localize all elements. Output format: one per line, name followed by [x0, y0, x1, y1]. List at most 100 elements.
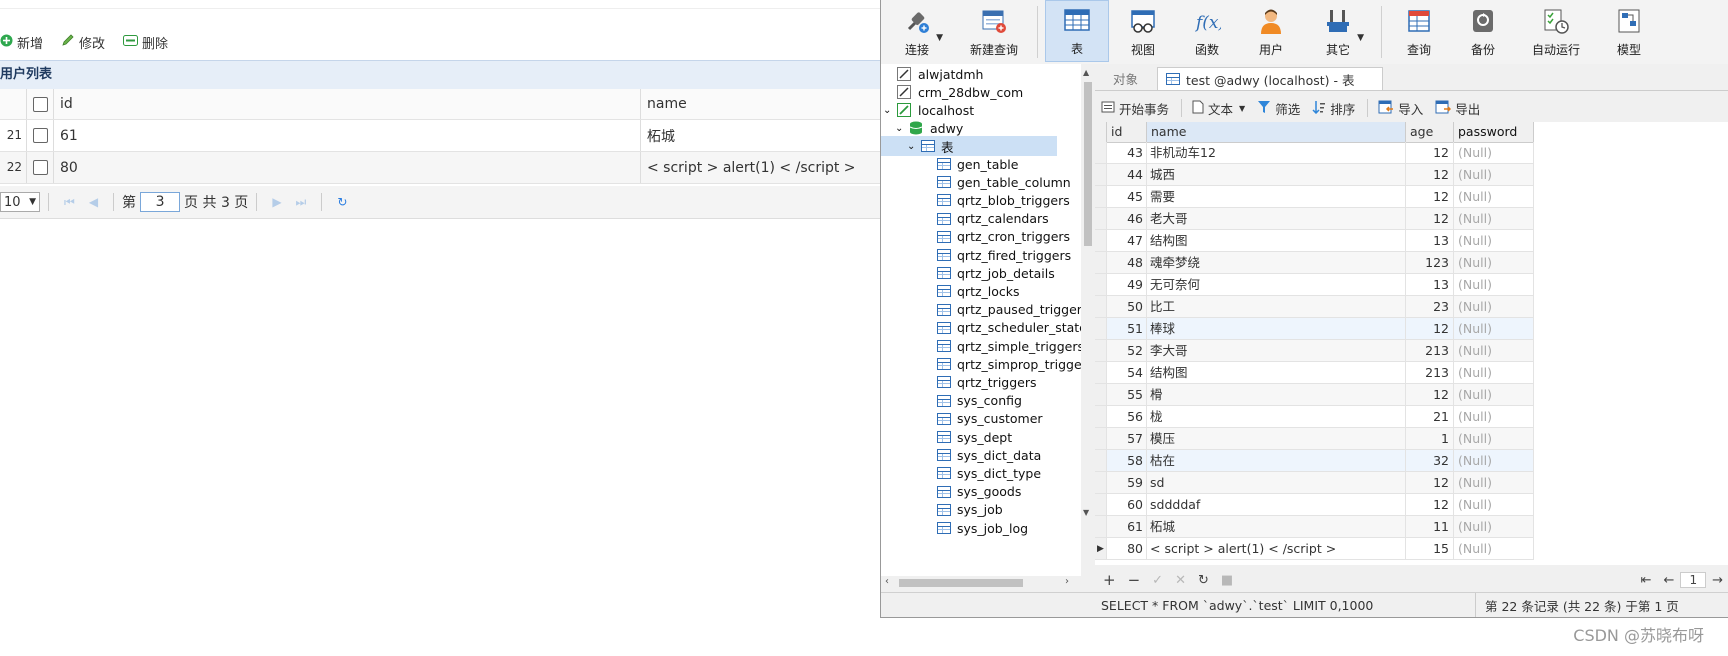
- tree-database-adwy[interactable]: ⌄ adwy: [895, 118, 963, 138]
- table-row[interactable]: 56 栊 21 (Null): [1095, 406, 1534, 428]
- import-button[interactable]: 导入: [1378, 99, 1423, 118]
- cell-id[interactable]: 57: [1107, 428, 1147, 450]
- tree-table-item[interactable]: sys_dept: [937, 427, 1012, 447]
- cell-password[interactable]: (Null): [1454, 274, 1534, 296]
- tree-table-item[interactable]: sys_job_log: [937, 518, 1028, 538]
- tree-table-item[interactable]: sys_customer: [937, 409, 1043, 429]
- first-page-icon[interactable]: ⇤: [1641, 573, 1652, 588]
- add-record-icon[interactable]: +: [1103, 571, 1116, 589]
- cell-id[interactable]: 60: [1107, 494, 1147, 516]
- ribbon-query-button[interactable]: 查询: [1389, 0, 1449, 62]
- row-checkbox[interactable]: [27, 120, 54, 151]
- cell-age[interactable]: 32: [1406, 450, 1454, 472]
- tree-table-item[interactable]: sys_dict_type: [937, 463, 1041, 483]
- table-row[interactable]: 49 无可奈何 13 (Null): [1095, 274, 1534, 296]
- cell-age[interactable]: 123: [1406, 252, 1454, 274]
- scroll-right-icon[interactable]: ›: [1065, 576, 1069, 587]
- cell-age[interactable]: 13: [1406, 274, 1454, 296]
- edit-button[interactable]: 修改: [61, 33, 105, 52]
- table-row[interactable]: 55 榾 12 (Null): [1095, 384, 1534, 406]
- tree-table-item[interactable]: sys_job: [937, 500, 1003, 520]
- cell-name[interactable]: 结构图: [1147, 230, 1406, 252]
- delete-record-icon[interactable]: −: [1128, 571, 1141, 589]
- cell-name[interactable]: 棒球: [1147, 318, 1406, 340]
- table-row[interactable]: 46 老大哥 12 (Null): [1095, 208, 1534, 230]
- cell-name[interactable]: 老大哥: [1147, 208, 1406, 230]
- cell-id[interactable]: 45: [1107, 186, 1147, 208]
- next-page-icon[interactable]: ▶: [272, 195, 281, 209]
- table-row[interactable]: 22 80 < script > alert(1) < /script >: [0, 152, 880, 184]
- ribbon-view-button[interactable]: 视图: [1113, 0, 1173, 62]
- ribbon-backup-button[interactable]: 备份: [1453, 0, 1513, 62]
- row-checkbox[interactable]: [27, 152, 54, 183]
- cell-password[interactable]: (Null): [1454, 472, 1534, 494]
- cell-id[interactable]: 54: [1107, 362, 1147, 384]
- scroll-up-icon[interactable]: ▲: [1083, 68, 1089, 77]
- cell-id[interactable]: 80: [1107, 538, 1147, 560]
- begin-transaction-button[interactable]: 开始事务: [1101, 99, 1169, 118]
- cell-age[interactable]: 21: [1406, 406, 1454, 428]
- tree-table-item[interactable]: qrtz_simple_triggers: [937, 336, 1081, 356]
- cell-password[interactable]: (Null): [1454, 186, 1534, 208]
- tab-test-table[interactable]: test @adwy (localhost) - 表: [1157, 67, 1383, 90]
- cell-name[interactable]: 非机动车12: [1147, 142, 1406, 164]
- stop-icon[interactable]: ■: [1221, 573, 1233, 588]
- cell-age[interactable]: 12: [1406, 318, 1454, 340]
- ribbon-connect-button[interactable]: ▼ 连接: [895, 0, 943, 62]
- scroll-left-icon[interactable]: ‹: [885, 576, 889, 587]
- cell-id[interactable]: 49: [1107, 274, 1147, 296]
- cell-password[interactable]: (Null): [1454, 252, 1534, 274]
- cell-age[interactable]: 11: [1406, 516, 1454, 538]
- discard-x-icon[interactable]: ✕: [1175, 573, 1186, 588]
- refresh-icon[interactable]: ↻: [1198, 573, 1209, 588]
- cell-name[interactable]: 结构图: [1147, 362, 1406, 384]
- cell-name[interactable]: 无可奈何: [1147, 274, 1406, 296]
- cell-age[interactable]: 12: [1406, 142, 1454, 164]
- cell-age[interactable]: 1: [1406, 428, 1454, 450]
- cell-password[interactable]: (Null): [1454, 142, 1534, 164]
- cell-name[interactable]: 魂牵梦绕: [1147, 252, 1406, 274]
- delete-button[interactable]: 删除: [123, 33, 168, 52]
- add-button[interactable]: 新增: [0, 33, 43, 52]
- cell-id[interactable]: 47: [1107, 230, 1147, 252]
- cell-id[interactable]: 56: [1107, 406, 1147, 428]
- ribbon-automation-button[interactable]: 自动运行: [1517, 0, 1595, 62]
- id-column-header[interactable]: id: [54, 89, 641, 119]
- next-page-icon[interactable]: →: [1712, 573, 1723, 588]
- ribbon-function-button[interactable]: f(x) 函数: [1177, 0, 1237, 62]
- tree-table-item[interactable]: gen_table: [937, 154, 1018, 174]
- tree-table-item[interactable]: qrtz_job_details: [937, 263, 1055, 283]
- cell-id[interactable]: 52: [1107, 340, 1147, 362]
- table-row[interactable]: 54 结构图 213 (Null): [1095, 362, 1534, 384]
- scrollbar-thumb[interactable]: [1084, 82, 1092, 246]
- table-row[interactable]: 57 模压 1 (Null): [1095, 428, 1534, 450]
- cell-password[interactable]: (Null): [1454, 318, 1534, 340]
- table-row[interactable]: 47 结构图 13 (Null): [1095, 230, 1534, 252]
- cell-id[interactable]: 48: [1107, 252, 1147, 274]
- cell-password[interactable]: (Null): [1454, 428, 1534, 450]
- tree-table-item[interactable]: qrtz_locks: [937, 281, 1020, 301]
- page-number-input[interactable]: 3: [140, 192, 181, 212]
- tree-table-item[interactable]: qrtz_triggers: [937, 372, 1037, 392]
- last-page-icon[interactable]: ⏭: [296, 195, 307, 210]
- column-header-password[interactable]: password: [1454, 122, 1534, 142]
- ribbon-table-button[interactable]: 表: [1045, 0, 1109, 62]
- filter-button[interactable]: 筛选: [1257, 99, 1300, 118]
- cell-password[interactable]: (Null): [1454, 406, 1534, 428]
- table-row[interactable]: 43 非机动车12 12 (Null): [1095, 142, 1534, 164]
- cell-password[interactable]: (Null): [1454, 538, 1534, 560]
- tree-table-item[interactable]: qrtz_scheduler_state: [937, 318, 1081, 338]
- cell-id[interactable]: 46: [1107, 208, 1147, 230]
- column-header-name[interactable]: name: [1147, 122, 1406, 142]
- tree-horizontal-scrollbar[interactable]: ‹ ›: [881, 576, 1095, 590]
- tree-tables-folder[interactable]: ⌄ 表: [881, 136, 1057, 156]
- table-row[interactable]: 44 城西 12 (Null): [1095, 164, 1534, 186]
- table-row[interactable]: 61 柘城 11 (Null): [1095, 516, 1534, 538]
- table-row[interactable]: 58 枯在 32 (Null): [1095, 450, 1534, 472]
- cell-password[interactable]: (Null): [1454, 450, 1534, 472]
- page-size-select[interactable]: 10 ▼: [0, 192, 40, 212]
- ribbon-new-query-button[interactable]: 新建查询: [959, 0, 1029, 62]
- page-number-field[interactable]: 1: [1680, 572, 1707, 588]
- tree-table-item[interactable]: qrtz_cron_triggers: [937, 227, 1070, 247]
- tree-vertical-scrollbar[interactable]: ▲ ▼: [1081, 64, 1095, 584]
